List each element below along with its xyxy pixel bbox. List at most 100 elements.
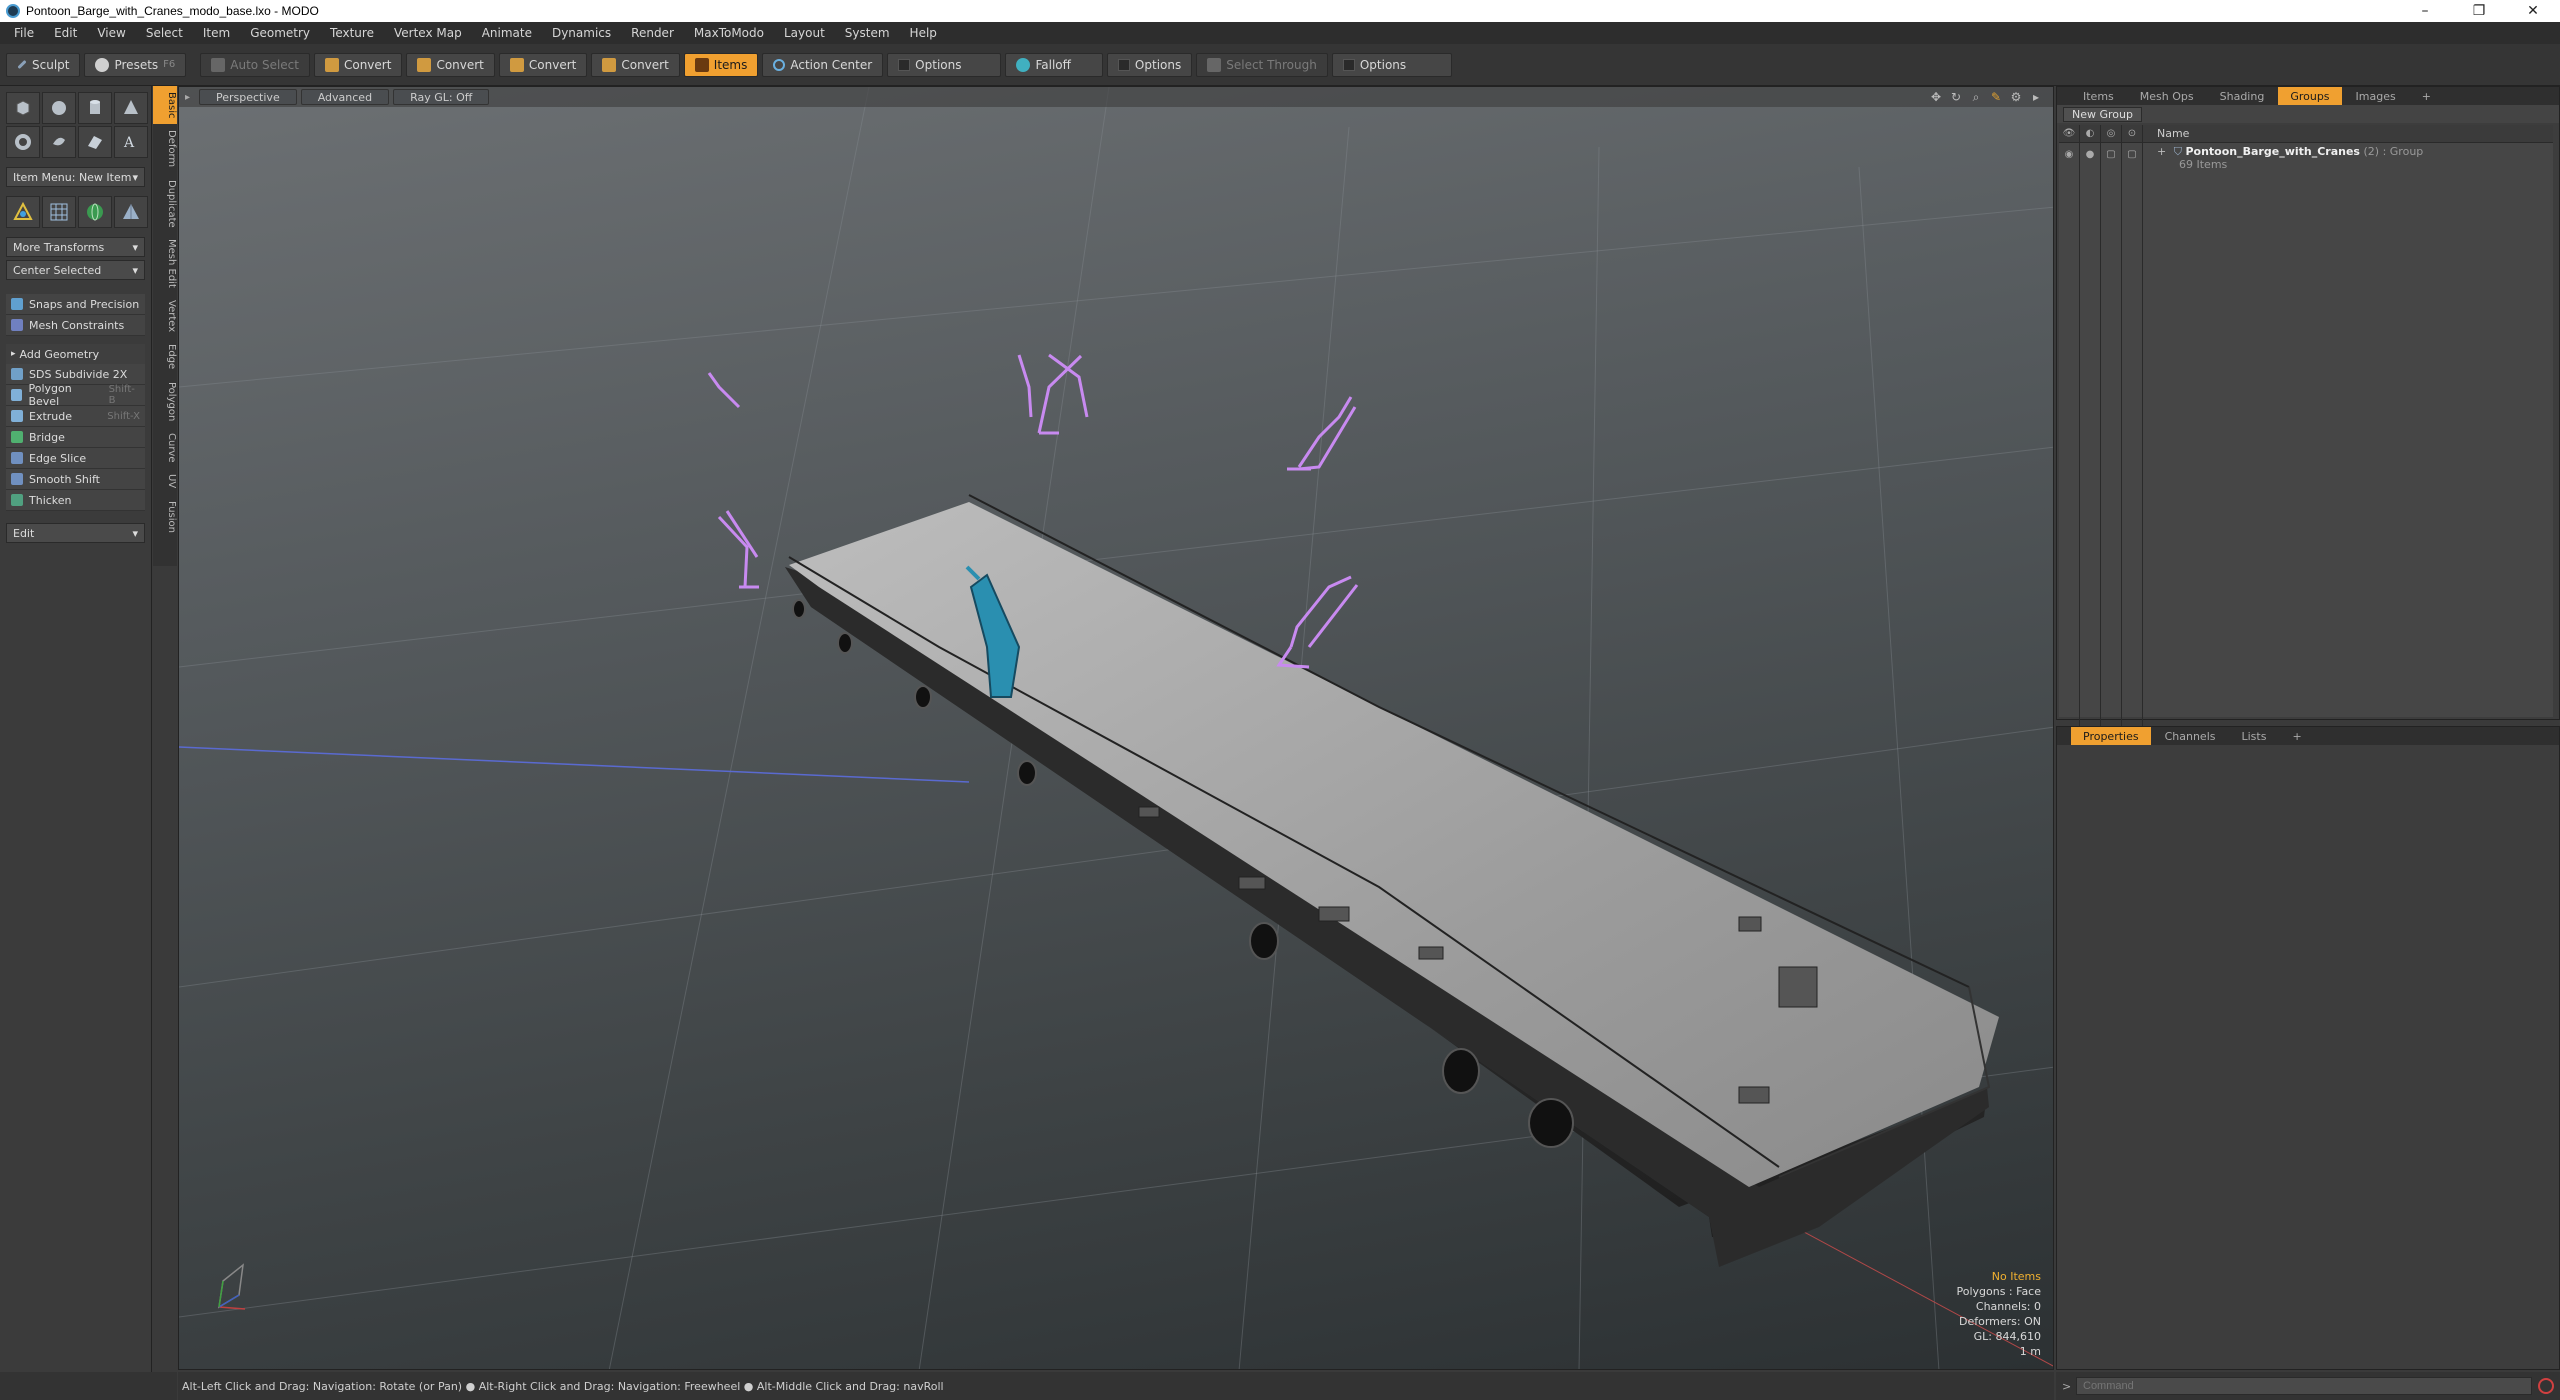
cylinder-primitive-button[interactable] (78, 92, 112, 124)
convert-vertices-button[interactable]: Convert (313, 52, 403, 77)
tab-deform[interactable]: Deform (153, 124, 177, 173)
group-lock-toggle[interactable]: ▢ (2101, 143, 2122, 735)
edge-slice-button[interactable]: Edge Slice (6, 448, 145, 469)
tab-mesh-edit[interactable]: Mesh Edit (153, 233, 177, 294)
plane-primitive-button[interactable] (78, 126, 112, 158)
sphere-primitive-button[interactable] (42, 92, 76, 124)
tab-mesh-ops[interactable]: Mesh Ops (2128, 87, 2206, 105)
items-mode-button[interactable]: Items (683, 52, 759, 77)
tab-channels[interactable]: Channels (2153, 727, 2228, 745)
pan-icon[interactable]: ✥ (1929, 90, 1943, 104)
falloff-options-checkbox[interactable] (1117, 58, 1130, 71)
thicken-button[interactable]: Thicken (6, 490, 145, 511)
menu-animate[interactable]: Animate (472, 26, 542, 40)
zoom-icon[interactable]: ⌕ (1969, 90, 1983, 104)
polygon-bevel-button[interactable]: Polygon Bevel Shift-B (6, 382, 145, 408)
menu-texture[interactable]: Texture (320, 26, 384, 40)
action-center-button[interactable]: Action Center (762, 52, 884, 77)
tab-images[interactable]: Images (2344, 87, 2408, 105)
snaps-precision-button[interactable]: Snaps and Precision (6, 294, 145, 315)
3d-viewport[interactable]: ▸ Perspective Advanced Ray GL: Off ✥ ↻ ⌕… (178, 86, 2054, 1370)
text-primitive-button[interactable]: A (114, 126, 148, 158)
tab-duplicate[interactable]: Duplicate (153, 174, 177, 234)
tab-properties[interactable]: Properties (2071, 727, 2151, 745)
brush-icon[interactable]: ✎ (1989, 90, 2003, 104)
bridge-button[interactable]: Bridge (6, 427, 145, 448)
smooth-shift-button[interactable]: Smooth Shift (6, 469, 145, 490)
convert-materials-button[interactable]: Convert (591, 52, 680, 77)
menu-edit[interactable]: Edit (44, 26, 87, 40)
mesh-constraints-button[interactable]: Mesh Constraints (6, 315, 145, 336)
viewport-menu-icon[interactable]: ▸ (185, 92, 195, 103)
menu-geometry[interactable]: Geometry (240, 26, 320, 40)
falloff-options-button[interactable]: Options (1106, 52, 1193, 77)
tab-polygon[interactable]: Polygon (153, 376, 177, 427)
cone-primitive-button[interactable] (114, 92, 148, 124)
item-menu-dropdown[interactable]: Item Menu: New Item ▾ (6, 167, 145, 187)
viewport-scene[interactable] (179, 87, 2054, 1370)
menu-item[interactable]: Item (193, 26, 240, 40)
tab-shading[interactable]: Shading (2208, 87, 2277, 105)
extrude-button[interactable]: Extrude Shift-X (6, 406, 145, 427)
tab-fusion[interactable]: Fusion (153, 495, 177, 539)
menu-select[interactable]: Select (136, 26, 193, 40)
record-macro-icon[interactable] (2538, 1378, 2554, 1394)
menu-file[interactable]: File (4, 26, 44, 40)
more-transforms-dropdown[interactable]: More Transforms ▾ (6, 237, 145, 257)
select-through-options-button[interactable]: Options (1331, 52, 1453, 77)
rotate-tool-button[interactable] (78, 196, 112, 228)
group-visibility-toggle[interactable]: ◉ (2059, 143, 2080, 735)
select-through-checkbox[interactable] (1342, 58, 1355, 71)
add-geometry-header[interactable]: ▸ Add Geometry (6, 344, 145, 364)
options-checkbox[interactable] (898, 58, 911, 71)
tab-lists[interactable]: Lists (2230, 727, 2279, 745)
capsule-primitive-button[interactable] (42, 126, 76, 158)
close-button[interactable]: ✕ (2506, 0, 2560, 22)
groups-list[interactable]: 👁 ◐ ◎ ⊙ Name ◉ ● ▢ ▢ + ⛉ Pontoon_Barge_w… (2059, 124, 2553, 735)
lock-column-icon[interactable]: ◎ (2101, 124, 2122, 143)
gear-icon[interactable]: ⚙ (2009, 90, 2023, 104)
select-through-button[interactable]: Select Through (1196, 52, 1328, 77)
tab-basic[interactable]: Basic (153, 86, 177, 125)
minimize-button[interactable]: – (2398, 0, 2452, 22)
add-tab-button[interactable]: + (2410, 87, 2443, 105)
group-expand-toggle[interactable]: + (2157, 145, 2166, 158)
visibility-column-icon[interactable]: 👁 (2059, 124, 2080, 143)
falloff-button[interactable]: Falloff (1005, 52, 1103, 77)
convert-polygons-button[interactable]: Convert (498, 52, 588, 77)
render-column-icon[interactable]: ◐ (2080, 124, 2101, 143)
group-item[interactable]: + ⛉ Pontoon_Barge_with_Cranes (2) : Grou… (2157, 145, 2423, 171)
maximize-button[interactable]: ❐ (2452, 0, 2506, 22)
menu-help[interactable]: Help (900, 26, 947, 40)
tab-groups[interactable]: Groups (2278, 87, 2342, 105)
menu-maxtomodo[interactable]: MaxToModo (684, 26, 774, 40)
group-row[interactable]: ◉ ● ▢ ▢ + ⛉ Pontoon_Barge_with_Cranes (2… (2059, 143, 2553, 735)
move-tool-button[interactable] (6, 196, 40, 228)
menu-system[interactable]: System (835, 26, 900, 40)
new-group-button[interactable]: New Group (2063, 106, 2142, 122)
command-input[interactable] (2076, 1377, 2532, 1395)
menu-dynamics[interactable]: Dynamics (542, 26, 621, 40)
group-select-toggle[interactable]: ▢ (2122, 143, 2143, 735)
tab-items[interactable]: Items (2071, 87, 2126, 105)
edit-dropdown[interactable]: Edit ▾ (6, 523, 145, 543)
viewport-tab-advanced[interactable]: Advanced (300, 89, 390, 105)
workplane-tool-button[interactable] (42, 196, 76, 228)
tab-vertex[interactable]: Vertex (153, 294, 177, 338)
sculpt-button[interactable]: Sculpt (6, 52, 81, 77)
scale-tool-button[interactable] (114, 196, 148, 228)
name-column-header[interactable]: Name (2143, 127, 2189, 140)
menu-view[interactable]: View (87, 26, 135, 40)
convert-edges-button[interactable]: Convert (406, 52, 495, 77)
rotate-view-icon[interactable]: ↻ (1949, 90, 1963, 104)
cube-primitive-button[interactable] (6, 92, 40, 124)
chevron-right-icon[interactable]: ▸ (2029, 90, 2043, 104)
viewport-tab-raygl[interactable]: Ray GL: Off (393, 89, 490, 105)
menu-layout[interactable]: Layout (774, 26, 835, 40)
viewport-tab-perspective[interactable]: Perspective (199, 89, 297, 105)
tab-uv[interactable]: UV (153, 468, 177, 494)
tab-edge[interactable]: Edge (153, 338, 177, 375)
auto-select-button[interactable]: Auto Select (200, 52, 310, 77)
select-column-icon[interactable]: ⊙ (2122, 124, 2143, 143)
group-render-toggle[interactable]: ● (2080, 143, 2101, 735)
